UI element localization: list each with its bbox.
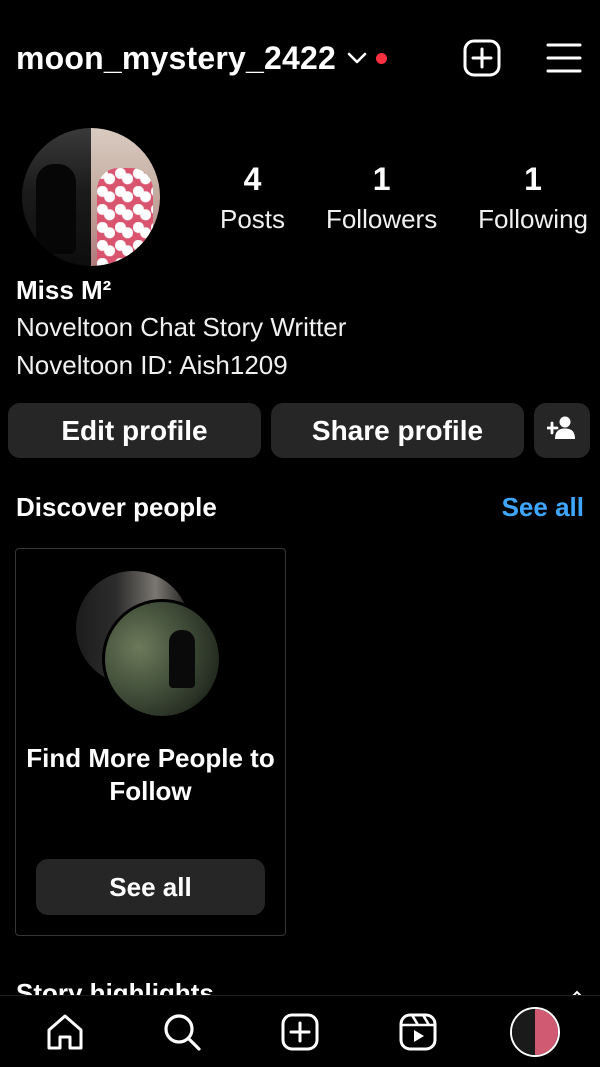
following-count: 1: [524, 161, 542, 197]
avatar-photo-right: [91, 128, 160, 266]
card-see-all-button[interactable]: See all: [36, 859, 265, 915]
chevron-up-icon: [570, 978, 584, 996]
following-stat[interactable]: 1 Following: [478, 160, 588, 235]
story-highlights-header[interactable]: Story highlights: [16, 978, 584, 996]
person-silhouette: [169, 630, 195, 688]
edit-profile-button[interactable]: Edit profile: [8, 403, 261, 458]
profile-actions: Edit profile Share profile: [8, 403, 592, 458]
profile-stats: 4 Posts 1 Followers 1 Following: [220, 160, 588, 235]
notification-dot: [376, 52, 388, 64]
create-icon[interactable]: [272, 1004, 328, 1060]
find-people-card: Find More People to Follow See all: [15, 548, 286, 936]
discover-people-button[interactable]: [534, 403, 590, 458]
avatar-photo-left: [512, 1008, 536, 1055]
posts-label: Posts: [220, 204, 286, 234]
followers-label: Followers: [325, 204, 438, 234]
bio-line: Noveltoon Chat Story Writter: [16, 312, 347, 342]
bio-line: Noveltoon ID: Aish1209: [16, 350, 288, 380]
profile-avatar[interactable]: [22, 128, 160, 266]
story-highlights-title: Story highlights: [16, 978, 214, 996]
following-label: Following: [478, 204, 588, 234]
followers-stat[interactable]: 1 Followers: [326, 160, 437, 235]
top-bar: moon_mystery_2422: [16, 30, 584, 86]
account-username[interactable]: moon_mystery_2422: [16, 40, 336, 77]
posts-count: 4: [243, 161, 262, 197]
avatar-photo-left: [22, 128, 91, 266]
profile-avatar: [510, 1006, 561, 1057]
add-person-icon: [545, 415, 577, 447]
plus-square-icon[interactable]: [462, 38, 502, 78]
home-icon[interactable]: [37, 1004, 93, 1060]
hamburger-menu-icon[interactable]: [544, 38, 584, 78]
bottom-navigation: [0, 995, 600, 1067]
see-all-link[interactable]: See all: [502, 492, 584, 523]
share-profile-button[interactable]: Share profile: [271, 403, 524, 458]
posts-stat[interactable]: 4 Posts: [220, 160, 285, 235]
header-actions: [462, 38, 584, 78]
avatar-photo-right: [535, 1008, 559, 1055]
discover-people-title: Discover people: [16, 492, 217, 522]
followers-count: 1: [372, 161, 391, 197]
chevron-down-icon[interactable]: [346, 47, 368, 69]
discover-people-header: Discover people See all: [16, 492, 584, 523]
find-people-text: Find More People to Follow: [26, 743, 275, 806]
profile-bio: Miss M² Noveltoon Chat Story Writter Nov…: [16, 272, 584, 384]
profile-tab[interactable]: [507, 1004, 563, 1060]
suggestion-avatar-front: [102, 599, 222, 719]
display-name: Miss M²: [16, 275, 112, 305]
search-icon[interactable]: [154, 1004, 210, 1060]
reels-icon[interactable]: [390, 1004, 446, 1060]
